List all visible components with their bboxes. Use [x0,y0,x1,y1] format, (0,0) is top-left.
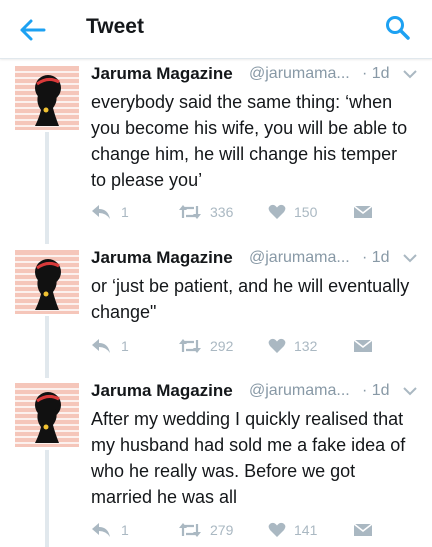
like-count: 132 [294,338,318,354]
retweet-icon [179,205,201,219]
reply-button[interactable]: 1 [91,520,131,542]
chevron-down-icon[interactable] [403,69,417,79]
retweet-count: 292 [210,338,234,354]
tweet-header: Jaruma Magazine @jarumama... · 1d [91,64,421,88]
retweet-count: 336 [210,204,234,220]
retweet-icon [179,523,201,537]
reply-button[interactable]: 1 [91,336,131,358]
reply-icon [92,523,110,537]
avatar-silhouette-icon [15,383,79,447]
tweet-time: · 1d [362,249,390,266]
author-name[interactable]: Jaruma Magazine [91,64,233,84]
chevron-down-icon[interactable] [403,253,417,263]
retweet-count: 279 [210,522,234,538]
author-handle[interactable]: @jarumama... [249,65,350,83]
tweet[interactable]: Jaruma Magazine @jarumama... · 1d After … [0,381,432,547]
tweet-time: · 1d [362,65,390,82]
direct-message-button[interactable] [353,336,375,358]
top-app-bar: Tweet [0,0,432,59]
tweet[interactable]: Jaruma Magazine @jarumama... · 1d everyb… [0,64,432,234]
retweet-button[interactable]: 279 [178,520,248,542]
reply-icon [92,205,110,219]
arrow-left-icon [20,19,46,41]
avatar-silhouette-icon [15,66,79,130]
retweet-button[interactable]: 292 [178,336,248,358]
author-handle[interactable]: @jarumama... [249,249,350,267]
author-name[interactable]: Jaruma Magazine [91,381,233,401]
page-title: Tweet [86,15,144,38]
reply-count: 1 [121,204,129,220]
chevron-down-icon[interactable] [403,386,417,396]
retweet-button[interactable]: 336 [178,202,248,224]
avatar[interactable] [15,383,79,447]
like-count: 141 [294,522,318,538]
heart-icon [268,522,286,537]
retweet-icon [179,339,201,353]
author-handle[interactable]: @jarumama... [249,382,350,400]
like-count: 150 [294,204,318,220]
like-button[interactable]: 141 [268,520,328,542]
like-button[interactable]: 150 [268,202,328,224]
direct-message-button[interactable] [353,520,375,542]
search-button[interactable] [384,14,412,42]
tweet-actions: 1 292 132 [91,336,381,358]
avatar[interactable] [15,66,79,130]
tweet-text: everybody said the same thing: ‘when you… [91,92,408,190]
tweet-text: After my wedding I quickly realised that… [91,409,406,507]
envelope-icon [353,523,373,536]
tweet-actions: 1 336 150 [91,202,381,224]
envelope-icon [353,205,373,218]
author-name[interactable]: Jaruma Magazine [91,248,233,268]
heart-icon [268,338,286,353]
avatar[interactable] [15,250,79,314]
like-button[interactable]: 132 [268,336,328,358]
back-button[interactable] [18,16,48,44]
reply-button[interactable]: 1 [91,202,131,224]
reply-count: 1 [121,338,129,354]
tweet-actions: 1 279 141 [91,520,381,542]
tweet-text: or ‘just be patient, and he will eventua… [91,276,410,322]
reply-icon [92,339,110,353]
direct-message-button[interactable] [353,202,375,224]
reply-count: 1 [121,522,129,538]
avatar-silhouette-icon [15,250,79,314]
tweet-header: Jaruma Magazine @jarumama... · 1d [91,381,421,405]
heart-icon [268,204,286,219]
search-icon [386,16,410,40]
tweet-time: · 1d [362,382,390,399]
tweet[interactable]: Jaruma Magazine @jarumama... · 1d or ‘ju… [0,248,432,368]
envelope-icon [353,339,373,352]
tweet-header: Jaruma Magazine @jarumama... · 1d [91,248,421,272]
